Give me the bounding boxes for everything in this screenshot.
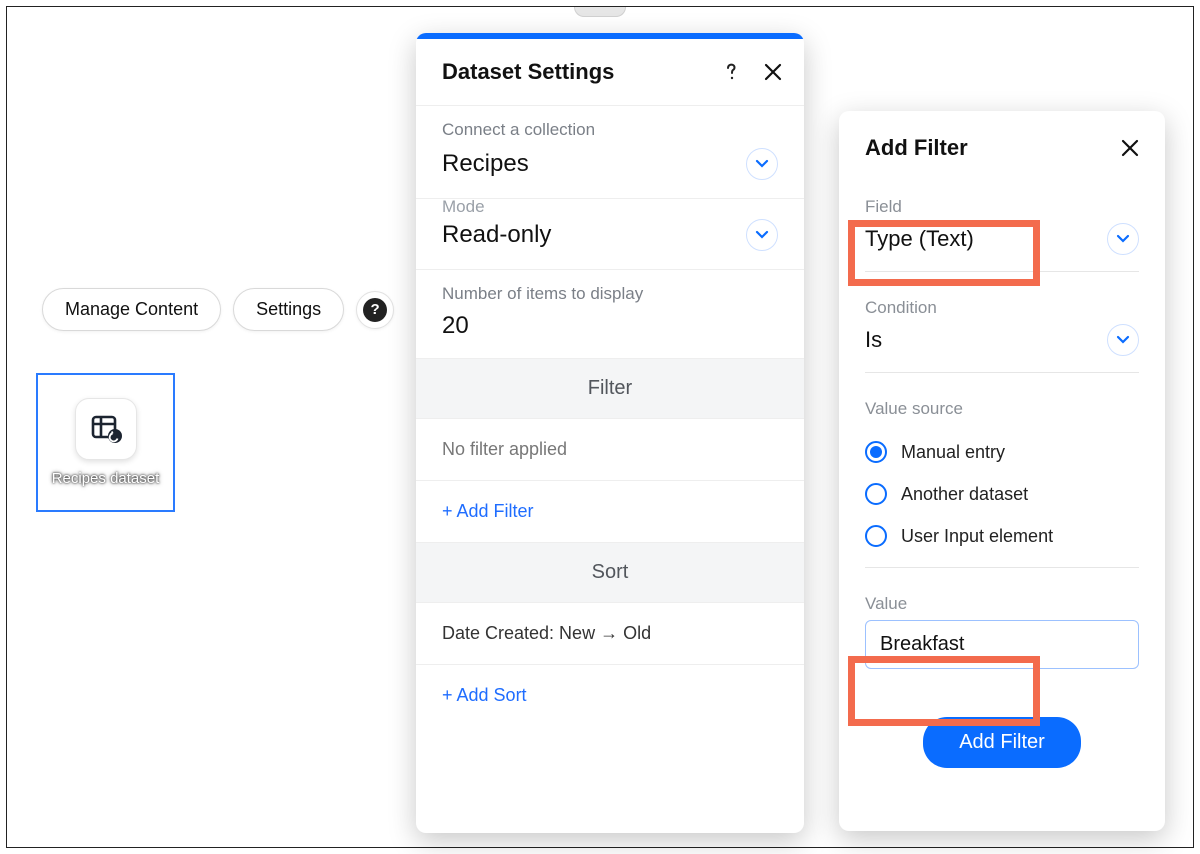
- sort-section-heading: Sort: [416, 543, 804, 603]
- dataset-tile-selected[interactable]: Recipes dataset: [36, 373, 175, 512]
- close-icon[interactable]: [1121, 139, 1139, 157]
- value-source-label: Value source: [865, 399, 1139, 419]
- manage-content-button[interactable]: Manage Content: [42, 288, 221, 331]
- mode-value: Read-only: [442, 221, 551, 249]
- mode-dropdown[interactable]: [746, 219, 778, 251]
- top-handle: [574, 7, 626, 17]
- value-label: Value: [865, 594, 1139, 614]
- field-dropdown[interactable]: [1107, 223, 1139, 255]
- radio-another-dataset[interactable]: Another dataset: [865, 473, 1139, 515]
- radio-label: Manual entry: [901, 442, 1005, 463]
- dataset-tile-label: Recipes dataset: [52, 470, 160, 487]
- settings-panel-title: Dataset Settings: [442, 59, 614, 85]
- add-filter-header: Add Filter: [839, 111, 1165, 171]
- radio-user-input-element[interactable]: User Input element: [865, 515, 1139, 557]
- items-count-value: 20: [442, 312, 778, 340]
- value-source-radio-group: Manual entry Another dataset User Input …: [865, 431, 1139, 557]
- connect-collection-dropdown[interactable]: [746, 148, 778, 180]
- condition-label: Condition: [865, 298, 1139, 318]
- sort-value: Date Created: New → Old: [416, 603, 804, 665]
- settings-help-icon[interactable]: [722, 61, 742, 83]
- add-filter-submit-button[interactable]: Add Filter: [923, 717, 1081, 768]
- connect-collection-label: Connect a collection: [442, 120, 778, 140]
- add-filter-title: Add Filter: [865, 135, 968, 161]
- radio-label: Another dataset: [901, 484, 1028, 505]
- mode-label-truncated: Mode: [442, 197, 778, 217]
- items-count-section: Number of items to display 20: [416, 270, 804, 359]
- mode-section: Mode Read-only: [416, 199, 804, 270]
- filter-section-heading: Filter: [416, 359, 804, 419]
- settings-panel-header: Dataset Settings: [416, 39, 804, 106]
- help-button[interactable]: ?: [356, 291, 394, 329]
- add-filter-panel: Add Filter Field Type (Text) Condition I…: [839, 111, 1165, 831]
- dataset-icon: [75, 398, 137, 460]
- add-filter-link[interactable]: + Add Filter: [442, 501, 534, 521]
- add-sort-link[interactable]: + Add Sort: [442, 685, 527, 705]
- value-input[interactable]: [865, 620, 1139, 669]
- app-frame: Manage Content Settings ? Recipes datase…: [6, 6, 1194, 848]
- dataset-pill-toolbar: Manage Content Settings ?: [42, 288, 394, 331]
- items-count-label: Number of items to display: [442, 284, 778, 304]
- close-icon[interactable]: [764, 63, 782, 81]
- radio-label: User Input element: [901, 526, 1053, 547]
- filter-status-text: No filter applied: [416, 419, 804, 481]
- field-value: Type (Text): [865, 226, 974, 252]
- dataset-settings-panel: Dataset Settings Connect a collection: [416, 33, 804, 833]
- field-label: Field: [865, 197, 1139, 217]
- settings-button[interactable]: Settings: [233, 288, 344, 331]
- radio-manual-entry[interactable]: Manual entry: [865, 431, 1139, 473]
- condition-value: Is: [865, 327, 882, 353]
- help-icon: ?: [363, 298, 387, 322]
- connect-collection-value: Recipes: [442, 150, 529, 178]
- condition-dropdown[interactable]: [1107, 324, 1139, 356]
- connect-collection-section: Connect a collection Recipes: [416, 106, 804, 199]
